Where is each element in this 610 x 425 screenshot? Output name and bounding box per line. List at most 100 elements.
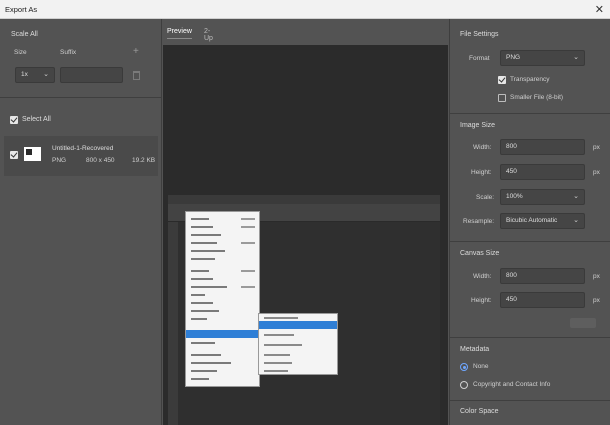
menu-line bbox=[191, 362, 231, 364]
metadata-none-radio[interactable] bbox=[460, 363, 468, 371]
menu-line bbox=[191, 218, 209, 220]
canvas-width-unit: px bbox=[593, 273, 600, 280]
menu-line bbox=[191, 310, 219, 312]
resample-select[interactable]: Bicubic Automatic ⌄ bbox=[500, 213, 585, 229]
suffix-input[interactable] bbox=[60, 67, 123, 83]
menu-line bbox=[241, 242, 255, 244]
preview-export-submenu bbox=[258, 313, 338, 375]
asset-row[interactable]: Untitled-1-Recovered PNG 800 x 450 19.2 … bbox=[4, 136, 158, 176]
menu-line bbox=[241, 218, 255, 220]
menu-line bbox=[191, 258, 215, 260]
menu-line bbox=[264, 317, 298, 319]
menu-line bbox=[241, 270, 255, 272]
image-height-unit: px bbox=[593, 169, 600, 176]
menu-line bbox=[264, 362, 292, 364]
preview-area: Preview 2-Up bbox=[163, 19, 448, 425]
divider bbox=[450, 113, 610, 114]
format-label: Format bbox=[469, 55, 490, 62]
scale-size-select[interactable]: 1x ⌄ bbox=[15, 67, 55, 83]
canvas-height-input[interactable]: 450 bbox=[500, 292, 585, 308]
transparency-checkbox[interactable] bbox=[498, 76, 506, 84]
suffix-label: Suffix bbox=[60, 49, 77, 56]
asset-dimensions: 800 x 450 bbox=[86, 157, 115, 164]
scale-select[interactable]: 100% ⌄ bbox=[500, 189, 585, 205]
menu-line bbox=[241, 286, 255, 288]
asset-thumbnail bbox=[24, 147, 41, 161]
preview-file-menu bbox=[185, 211, 260, 387]
menu-line bbox=[264, 354, 290, 356]
canvas-width-input[interactable]: 800 bbox=[500, 268, 585, 284]
asset-checkbox[interactable] bbox=[10, 151, 18, 159]
scale-label: Scale: bbox=[476, 194, 495, 201]
preview-canvas[interactable] bbox=[163, 45, 448, 425]
transparency-label: Transparency bbox=[510, 76, 550, 83]
image-width-input[interactable]: 800 bbox=[500, 139, 585, 155]
metadata-none-label: None bbox=[473, 363, 489, 370]
color-space-title: Color Space bbox=[460, 408, 499, 415]
canvas-size-title: Canvas Size bbox=[460, 250, 500, 257]
scale-value: 100% bbox=[506, 193, 523, 200]
close-icon[interactable]: ✕ bbox=[595, 3, 604, 16]
window-title: Export As bbox=[5, 5, 38, 14]
asset-file-size: 19.2 KB bbox=[132, 157, 156, 164]
menu-line bbox=[191, 270, 209, 272]
select-all-checkbox[interactable] bbox=[10, 116, 18, 124]
menu-line bbox=[191, 242, 217, 244]
title-bar: Export As ✕ bbox=[0, 0, 610, 19]
smaller-file-checkbox[interactable] bbox=[498, 94, 506, 102]
menu-line bbox=[191, 234, 221, 236]
file-settings-title: File Settings bbox=[460, 31, 499, 38]
resample-label: Resample: bbox=[463, 218, 495, 225]
select-all-label: Select All bbox=[22, 116, 51, 123]
menu-line bbox=[264, 344, 302, 346]
tab-preview[interactable]: Preview bbox=[167, 28, 192, 39]
tab-2-up[interactable]: 2-Up bbox=[204, 28, 213, 42]
menu-line bbox=[191, 354, 221, 356]
chevron-down-icon: ⌄ bbox=[573, 217, 579, 224]
resample-value: Bicubic Automatic bbox=[506, 217, 558, 224]
image-width-unit: px bbox=[593, 144, 600, 151]
canvas-width-label: Width: bbox=[473, 273, 492, 280]
menu-line bbox=[264, 334, 294, 336]
asset-format: PNG bbox=[52, 157, 67, 164]
asset-name: Untitled-1-Recovered bbox=[52, 145, 114, 152]
menu-line bbox=[191, 342, 215, 344]
menu-line bbox=[241, 226, 255, 228]
menu-line bbox=[191, 294, 205, 296]
divider bbox=[450, 400, 610, 401]
left-panel: Scale All Size Suffix + 1x ⌄ Select All … bbox=[0, 19, 162, 425]
preview-menubar bbox=[168, 195, 440, 204]
canvas-height-unit: px bbox=[593, 297, 600, 304]
image-size-title: Image Size bbox=[460, 122, 496, 129]
preview-toolbar bbox=[168, 222, 178, 425]
menu-line bbox=[191, 302, 213, 304]
menu-line bbox=[191, 250, 225, 252]
menu-line bbox=[191, 226, 213, 228]
preview-image bbox=[168, 195, 440, 425]
image-height-label: Height: bbox=[471, 169, 492, 176]
trash-icon[interactable] bbox=[133, 71, 140, 80]
plus-icon[interactable]: + bbox=[133, 46, 139, 57]
menu-line bbox=[191, 286, 227, 288]
size-label: Size bbox=[14, 49, 27, 56]
menu-line bbox=[191, 370, 217, 372]
reset-canvas-button[interactable] bbox=[570, 318, 596, 328]
divider bbox=[450, 241, 610, 242]
menu-line bbox=[264, 370, 288, 372]
preview-menu-highlight bbox=[186, 330, 259, 338]
preview-submenu-highlight bbox=[259, 321, 337, 329]
chevron-down-icon: ⌄ bbox=[43, 71, 49, 78]
smaller-file-label: Smaller File (8-bit) bbox=[510, 94, 564, 101]
scale-all-title: Scale All bbox=[11, 31, 38, 38]
menu-line bbox=[191, 318, 207, 320]
format-select[interactable]: PNG ⌄ bbox=[500, 50, 585, 66]
image-width-label: Width: bbox=[473, 144, 492, 151]
format-value: PNG bbox=[506, 54, 521, 61]
menu-line bbox=[191, 278, 213, 280]
metadata-copyright-radio[interactable] bbox=[460, 381, 468, 389]
metadata-copyright-label: Copyright and Contact Info bbox=[473, 381, 551, 388]
image-height-input[interactable]: 450 bbox=[500, 164, 585, 180]
menu-line bbox=[191, 378, 209, 380]
canvas-height-label: Height: bbox=[471, 297, 492, 304]
divider bbox=[0, 97, 161, 98]
